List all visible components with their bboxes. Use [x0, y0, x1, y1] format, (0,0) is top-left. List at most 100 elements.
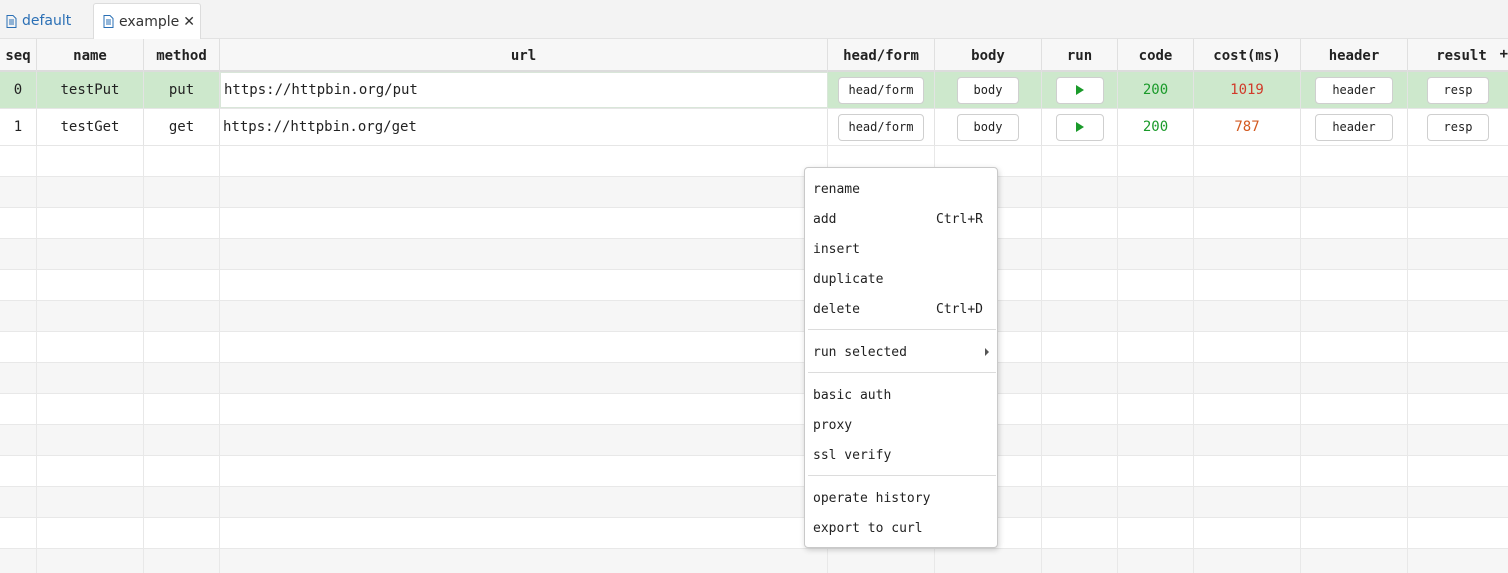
url-cell[interactable]: https://httpbin.org/get	[220, 109, 828, 145]
grid-line	[827, 549, 828, 573]
menu-item-insert[interactable]: insert	[805, 234, 997, 264]
run-button[interactable]	[1055, 76, 1104, 104]
grid-line	[219, 146, 220, 176]
grid-line	[1117, 456, 1118, 486]
column-header-run[interactable]: run	[1042, 39, 1118, 72]
table-row[interactable]: 0 testPut put https://httpbin.org/put he…	[0, 72, 1508, 109]
column-header-code[interactable]: code	[1118, 39, 1194, 72]
name-cell[interactable]: testGet	[37, 109, 144, 145]
table-row[interactable]: 1 testGet get https://httpbin.org/get he…	[0, 109, 1508, 146]
menu-item-duplicate[interactable]: duplicate	[805, 264, 997, 294]
play-icon	[1075, 85, 1084, 95]
body-button[interactable]: body	[957, 113, 1019, 141]
grid-line	[36, 456, 37, 486]
header-button[interactable]: header	[1315, 113, 1393, 141]
grid-line	[36, 239, 37, 269]
url-cell[interactable]: https://httpbin.org/put	[220, 72, 828, 108]
grid-line	[1117, 487, 1118, 517]
resp-button[interactable]: resp	[1427, 76, 1489, 104]
context-menu: rename add Ctrl+R insert duplicate delete…	[804, 167, 998, 548]
grid-line	[143, 487, 144, 517]
head-form-button[interactable]: head/form	[838, 76, 924, 104]
code-cell: 200	[1118, 72, 1194, 108]
grid-line	[219, 425, 220, 455]
close-icon[interactable]: ✕	[183, 14, 195, 30]
grid-line	[1300, 301, 1301, 331]
result-cell: resp	[1408, 109, 1508, 145]
header-button[interactable]: header	[1315, 76, 1393, 104]
menu-item-ssl-verify[interactable]: ssl verify	[805, 440, 997, 470]
seq-cell: 1	[0, 109, 37, 145]
grid-line	[36, 301, 37, 331]
grid-line	[1117, 363, 1118, 393]
column-header-method[interactable]: method	[144, 39, 220, 72]
menu-item-label: operate history	[813, 490, 931, 506]
grid-line	[143, 425, 144, 455]
resp-button[interactable]: resp	[1427, 113, 1489, 141]
header-cell: header	[1301, 109, 1408, 145]
grid-line	[1407, 518, 1408, 548]
grid-line	[36, 518, 37, 548]
grid-line	[219, 394, 220, 424]
empty-row	[0, 549, 1508, 573]
grid-line	[1300, 549, 1301, 573]
grid-line	[36, 332, 37, 362]
body-button[interactable]: body	[957, 76, 1019, 104]
column-header-body[interactable]: body	[935, 39, 1042, 72]
column-header-head-form[interactable]: head/form	[828, 39, 935, 72]
empty-row	[0, 332, 1508, 363]
menu-item-basic-auth[interactable]: basic auth	[805, 380, 997, 410]
grid-line	[1300, 177, 1301, 207]
grid-line	[1041, 425, 1042, 455]
column-header-name[interactable]: name	[37, 39, 144, 72]
grid-line	[1041, 332, 1042, 362]
grid-line	[1041, 208, 1042, 238]
menu-item-operate-history[interactable]: operate history	[805, 483, 997, 513]
grid-line	[1041, 239, 1042, 269]
column-header-header[interactable]: header	[1301, 39, 1408, 72]
head-form-cell: head/form	[828, 72, 935, 108]
grid-line	[1193, 456, 1194, 486]
tab-example[interactable]: example ✕	[93, 3, 201, 39]
grid-line	[1041, 394, 1042, 424]
grid-line	[1300, 208, 1301, 238]
head-form-button[interactable]: head/form	[838, 113, 924, 141]
menu-item-run-selected[interactable]: run selected	[805, 337, 997, 367]
grid-line	[36, 208, 37, 238]
column-header-result[interactable]: result	[1408, 39, 1508, 72]
tab-default[interactable]: default	[6, 3, 90, 39]
grid-line	[1407, 363, 1408, 393]
grid-line	[1117, 301, 1118, 331]
menu-item-label: basic auth	[813, 387, 892, 403]
menu-item-label: export to curl	[813, 520, 923, 536]
grid-line	[1041, 301, 1042, 331]
seq-cell: 0	[0, 72, 37, 108]
column-header-url[interactable]: url	[220, 39, 828, 72]
head-form-cell: head/form	[828, 109, 935, 145]
table-header: seq name method url head/form body run c…	[0, 39, 1508, 72]
empty-row	[0, 363, 1508, 394]
result-cell: resp	[1408, 72, 1508, 108]
column-header-cost[interactable]: cost(ms)	[1194, 39, 1301, 72]
name-cell[interactable]: testPut	[37, 72, 144, 108]
grid-line	[1041, 146, 1042, 176]
empty-row	[0, 239, 1508, 270]
document-icon	[6, 14, 17, 28]
body-cell: body	[935, 72, 1042, 108]
menu-item-proxy[interactable]: proxy	[805, 410, 997, 440]
grid-line	[143, 177, 144, 207]
menu-item-add[interactable]: add Ctrl+R	[805, 204, 997, 234]
menu-item-rename[interactable]: rename	[805, 174, 997, 204]
menu-item-export-to-curl[interactable]: export to curl	[805, 513, 997, 543]
method-cell[interactable]: put	[144, 72, 220, 108]
run-button[interactable]	[1055, 113, 1104, 141]
grid-line	[1117, 208, 1118, 238]
menu-item-delete[interactable]: delete Ctrl+D	[805, 294, 997, 324]
add-column-icon[interactable]: +	[1500, 46, 1508, 62]
method-cell[interactable]: get	[144, 109, 220, 145]
empty-row	[0, 425, 1508, 456]
menu-item-label: rename	[813, 181, 860, 197]
grid-line	[1193, 549, 1194, 573]
grid-line	[1041, 549, 1042, 573]
column-header-seq[interactable]: seq	[0, 39, 37, 72]
